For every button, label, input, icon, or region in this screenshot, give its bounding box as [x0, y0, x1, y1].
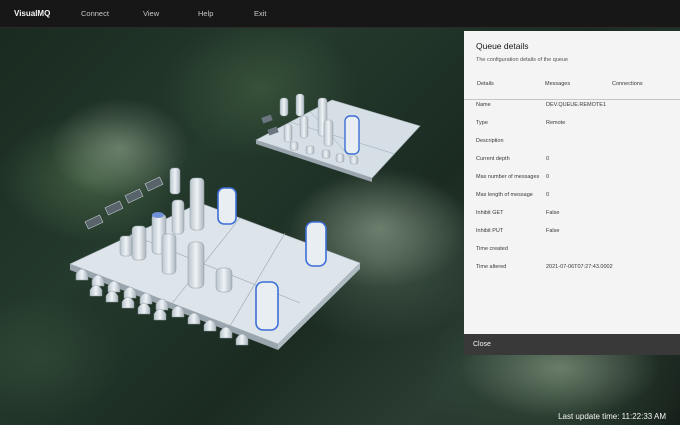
top-nav-bar: VisualMQ Connect View Help Exit — [0, 0, 680, 28]
remote-queue-highlight[interactable] — [344, 115, 360, 155]
queue-highlight-1[interactable] — [217, 187, 237, 225]
property-label: Time created — [476, 246, 508, 252]
tab-connections[interactable]: Connections — [612, 81, 643, 87]
close-label: Close — [473, 341, 491, 348]
property-label: Max number of messages — [476, 174, 540, 180]
property-label: Inhibit PUT — [476, 228, 504, 234]
property-label: Max length of message — [476, 192, 533, 198]
property-row: Max number of messages 0 — [464, 174, 680, 192]
panel-subtitle: The configuration details of the queue — [476, 57, 569, 63]
property-label: Time altered — [476, 264, 507, 270]
property-row: Description — [464, 138, 680, 156]
property-value: DEV.QUEUE.REMOTE1 — [546, 102, 607, 108]
queue-details-panel: Queue details The configuration details … — [464, 31, 680, 355]
property-row: Time altered 2021-07-06T07:27:43.0002 — [464, 264, 680, 282]
tab-messages[interactable]: Messages — [545, 81, 570, 87]
property-label: Current depth — [476, 156, 510, 162]
property-row: Inhibit GET False — [464, 210, 680, 228]
nav-view[interactable]: View — [143, 9, 198, 18]
tab-details[interactable]: Details — [477, 81, 494, 87]
property-value: 2021-07-06T07:27:43.0002 — [546, 264, 613, 270]
last-update-time: Last update time: 11:22:33 AM — [558, 412, 666, 421]
back-platform[interactable] — [255, 93, 421, 182]
property-value: 0 — [546, 174, 550, 180]
panel-header: Queue details The configuration details … — [464, 31, 680, 81]
close-button[interactable]: Close — [464, 334, 680, 355]
nav-connect[interactable]: Connect — [81, 9, 143, 18]
panel-tabs: Details Messages Connections — [464, 81, 680, 100]
panel-title: Queue details — [476, 41, 529, 51]
property-value: 0 — [546, 192, 550, 198]
property-row: Type Remote — [464, 120, 680, 138]
nav-exit[interactable]: Exit — [254, 9, 294, 18]
property-row: Max length of message 0 — [464, 192, 680, 210]
property-value: 0 — [546, 156, 550, 162]
property-row: Name DEV.QUEUE.REMOTE1 — [464, 102, 680, 120]
property-value: Remote — [546, 120, 566, 126]
property-label: Inhibit GET — [476, 210, 504, 216]
property-row: Time created — [464, 246, 680, 264]
app-title: VisualMQ — [14, 9, 51, 18]
property-row: Inhibit PUT False — [464, 228, 680, 246]
property-row: Current depth 0 — [464, 156, 680, 174]
property-label: Description — [476, 138, 504, 144]
property-value: False — [546, 228, 560, 234]
queue-highlight-2[interactable] — [305, 221, 327, 267]
nav-help[interactable]: Help — [198, 9, 254, 18]
queue-highlight-3[interactable] — [255, 281, 279, 331]
properties-list: Name DEV.QUEUE.REMOTE1 Type Remote Descr… — [464, 102, 680, 282]
property-value: False — [546, 210, 560, 216]
property-label: Type — [476, 120, 488, 126]
property-label: Name — [476, 102, 491, 108]
